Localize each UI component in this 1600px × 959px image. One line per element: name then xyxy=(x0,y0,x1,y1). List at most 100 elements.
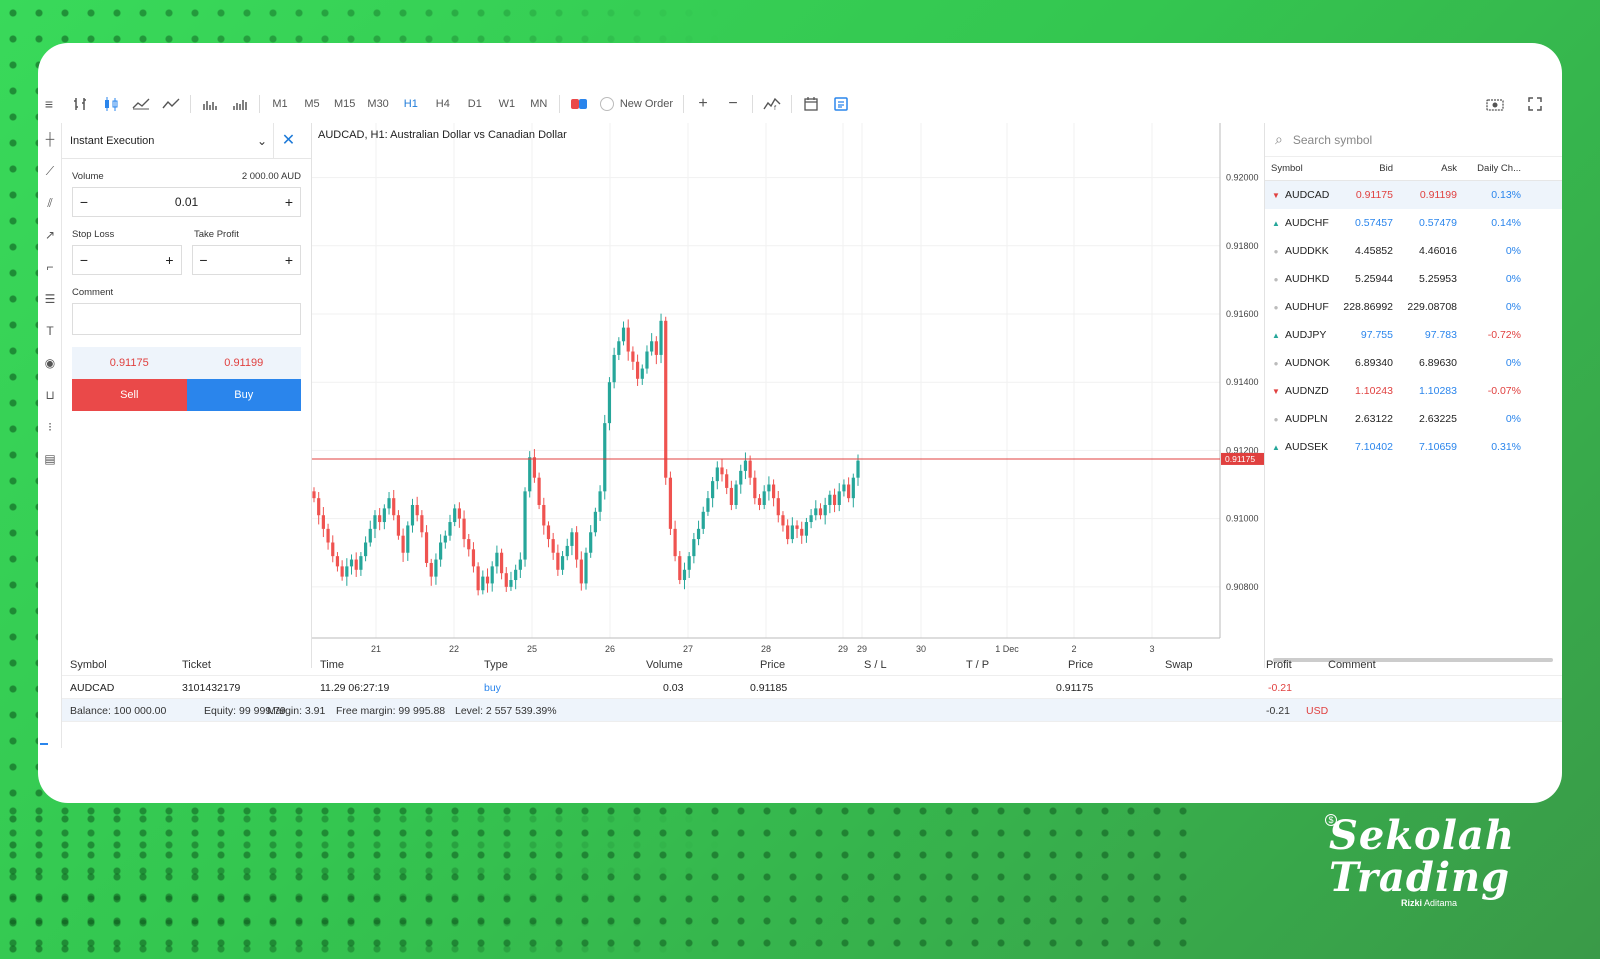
col-ticket[interactable]: Ticket xyxy=(182,659,211,671)
fibonacci-icon[interactable]: ☰ xyxy=(38,283,62,315)
timeframe-m1[interactable]: M1 xyxy=(264,91,296,117)
calendar-icon[interactable] xyxy=(796,91,826,117)
ray-icon[interactable]: ↗ xyxy=(38,219,62,251)
trade-panel-icon[interactable] xyxy=(826,91,856,117)
take-profit-decrease-button[interactable]: − xyxy=(193,252,215,268)
menu-icon[interactable]: ≡ xyxy=(38,91,60,117)
volume-input[interactable]: 0.01 xyxy=(95,195,278,209)
col-swap[interactable]: Swap xyxy=(1165,659,1193,671)
stop-loss-stepper[interactable]: − + xyxy=(72,245,182,275)
tick-volume-icon[interactable] xyxy=(225,91,255,117)
col-price[interactable]: Price xyxy=(760,659,785,671)
candle-body xyxy=(650,341,654,352)
market-watch-row[interactable]: ▲ AUDJPY 97.755 97.783 -0.72% xyxy=(1265,321,1562,349)
candle-body xyxy=(415,504,419,516)
bar-chart-icon[interactable] xyxy=(66,91,96,117)
market-watch-row[interactable]: ● AUDHKD 5.25944 5.25953 0% xyxy=(1265,265,1562,293)
candle-body xyxy=(467,539,471,550)
price-chart[interactable]: 0.92000 0.91800 0.91600 0.91400 0.91200 0.910… xyxy=(312,123,1264,668)
candlestick-icon[interactable] xyxy=(96,91,126,117)
text-tool-icon[interactable]: T xyxy=(38,315,62,347)
chevron-down-icon[interactable]: ⌄ xyxy=(251,134,273,148)
stop-loss-decrease-button[interactable]: − xyxy=(73,252,95,268)
channel-icon[interactable]: ⫽ xyxy=(38,187,62,219)
market-watch-row[interactable]: ▲ AUDSEK 7.10402 7.10659 0.31% xyxy=(1265,433,1562,461)
polyline-icon[interactable]: ⌐ xyxy=(38,251,62,283)
col-symbol[interactable]: Symbol xyxy=(70,659,107,671)
market-watch-row[interactable]: ● AUDPLN 2.63122 2.63225 0% xyxy=(1265,405,1562,433)
bid-cell: 4.45852 xyxy=(1355,245,1393,257)
timeframe-d1[interactable]: D1 xyxy=(459,91,491,117)
header-daily-change[interactable]: Daily Ch... xyxy=(1463,163,1527,174)
symbol-name: AUDSEK xyxy=(1285,441,1329,453)
close-icon[interactable]: ✕ xyxy=(273,122,303,159)
col-type[interactable]: Type xyxy=(484,659,508,671)
timeframe-m30[interactable]: M30 xyxy=(361,91,394,117)
market-watch-row[interactable]: ▼ AUDNZD 1.10243 1.10283 -0.07% xyxy=(1265,377,1562,405)
objects-list-icon[interactable]: ⁝ xyxy=(38,411,62,443)
trade-time: 11.29 06:27:19 xyxy=(320,682,390,694)
stop-loss-increase-button[interactable]: + xyxy=(159,252,181,268)
eye-icon[interactable]: ◉ xyxy=(38,347,62,379)
volume-icon[interactable] xyxy=(195,91,225,117)
trendline-icon[interactable]: ⟋ xyxy=(38,155,62,187)
line-chart-icon[interactable] xyxy=(126,91,156,117)
candle-body xyxy=(603,423,607,492)
col-sl[interactable]: S / L xyxy=(864,659,887,671)
dot-icon: ● xyxy=(1273,302,1279,312)
symbol-search[interactable]: ⌕ Search symbol xyxy=(1265,123,1562,157)
take-profit-stepper[interactable]: − + xyxy=(191,245,301,275)
sell-button[interactable]: Sell xyxy=(72,379,187,411)
change-cell: 0% xyxy=(1505,245,1521,257)
order-type-select[interactable]: Instant Execution xyxy=(70,135,251,147)
screenshot-icon[interactable] xyxy=(1480,91,1510,117)
timeframe-h4[interactable]: H4 xyxy=(427,91,459,117)
take-profit-increase-button[interactable]: + xyxy=(278,252,300,268)
delete-objects-icon[interactable]: ▤ xyxy=(38,443,62,475)
one-click-trading-icon[interactable] xyxy=(564,91,594,117)
col-profit[interactable]: Profit xyxy=(1266,659,1292,671)
market-watch-row[interactable]: ● AUDHUF 228.86992 229.08708 0% xyxy=(1265,293,1562,321)
area-chart-icon[interactable] xyxy=(156,91,186,117)
timeframe-w1[interactable]: W1 xyxy=(491,91,523,117)
comment-input[interactable] xyxy=(72,303,301,335)
header-bid[interactable]: Bid xyxy=(1337,163,1399,174)
col-time[interactable]: Time xyxy=(320,659,344,671)
col-comment[interactable]: Comment xyxy=(1328,659,1376,671)
market-watch-row[interactable]: ▼ AUDCAD 0.91175 0.91199 0.13% xyxy=(1265,181,1562,209)
bid-cell: 2.63122 xyxy=(1355,413,1393,425)
sekolah-trading-logo: $ Sekolah Trading Rizki Aditama xyxy=(1325,812,1514,912)
header-ask[interactable]: Ask xyxy=(1399,163,1463,174)
search-input[interactable]: Search symbol xyxy=(1293,133,1372,147)
col-volume[interactable]: Volume xyxy=(646,659,683,671)
logo-line-1: Sekolah xyxy=(1329,812,1515,859)
market-watch-row[interactable]: ▲ AUDCHF 0.57457 0.57479 0.14% xyxy=(1265,209,1562,237)
volume-increase-button[interactable]: + xyxy=(278,194,300,210)
candle-body xyxy=(753,477,757,499)
timeframe-m5[interactable]: M5 xyxy=(296,91,328,117)
market-watch-row[interactable]: ● AUDDKK 4.45852 4.46016 0% xyxy=(1265,237,1562,265)
toolbar-right-group xyxy=(1480,87,1550,121)
crosshair-icon[interactable]: ┼ xyxy=(38,123,62,155)
col-current-price[interactable]: Price xyxy=(1068,659,1093,671)
chart-canvas[interactable]: 0.920000.918000.916000.914000.912000.910… xyxy=(312,123,1264,668)
header-symbol[interactable]: Symbol xyxy=(1265,163,1337,174)
new-order-button[interactable]: New Order xyxy=(594,91,679,117)
timeframe-h1[interactable]: H1 xyxy=(395,91,427,117)
market-watch-row[interactable]: ● AUDNOK 6.89340 6.89630 0% xyxy=(1265,349,1562,377)
buy-button[interactable]: Buy xyxy=(186,379,301,411)
candle-body xyxy=(832,494,837,505)
zoom-out-icon[interactable]: − xyxy=(718,91,748,117)
zoom-in-icon[interactable]: + xyxy=(688,91,718,117)
candle-body xyxy=(809,515,813,523)
trade-row[interactable]: AUDCAD 3101432179 11.29 06:27:19 buy 0.0… xyxy=(62,676,1562,699)
volume-decrease-button[interactable]: − xyxy=(73,194,95,210)
lock-icon[interactable]: ⊔ xyxy=(38,379,62,411)
timeframe-mn[interactable]: MN xyxy=(523,91,555,117)
fullscreen-icon[interactable] xyxy=(1520,91,1550,117)
indicators-icon[interactable]: f xyxy=(757,91,787,117)
candle-body xyxy=(739,470,743,485)
candle-body xyxy=(748,460,752,478)
timeframe-m15[interactable]: M15 xyxy=(328,91,361,117)
col-tp[interactable]: T / P xyxy=(966,659,989,671)
